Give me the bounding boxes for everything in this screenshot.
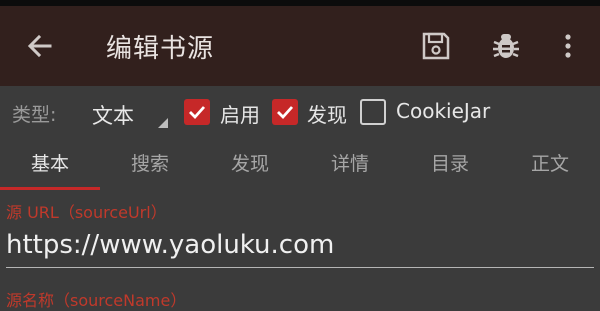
source-options-row: 类型: 文本 启用 发现 CookieJar: [0, 86, 600, 140]
tab-basic[interactable]: 基本: [0, 140, 100, 190]
save-icon: [422, 32, 450, 60]
tab-detail[interactable]: 详情: [300, 140, 400, 190]
save-button[interactable]: [418, 28, 454, 64]
type-select-value: 文本: [92, 104, 134, 128]
more-options-button[interactable]: [554, 28, 582, 64]
active-tab-indicator: [0, 187, 100, 190]
checkmark-icon: [277, 106, 294, 120]
back-button[interactable]: [22, 28, 58, 64]
page-title: 编辑书源: [106, 34, 215, 64]
source-url-input[interactable]: https://www.yaoluku.com: [6, 230, 334, 260]
type-select[interactable]: 文本: [78, 92, 170, 132]
tab-toc[interactable]: 目录: [400, 140, 500, 190]
enable-label: 启用: [220, 103, 260, 127]
source-name-label: 源名称（sourceName）: [6, 291, 187, 310]
discover-label: 发现: [307, 103, 347, 127]
tab-bar: 基本 搜索 发现 详情 目录 正文: [0, 140, 600, 190]
tab-search[interactable]: 搜索: [100, 140, 200, 190]
type-label: 类型:: [12, 104, 57, 126]
checkmark-icon: [189, 106, 206, 120]
tab-discover[interactable]: 发现: [200, 140, 300, 190]
source-url-label: 源 URL（sourceUrl）: [6, 203, 167, 222]
app-bar: 编辑书源: [0, 6, 600, 86]
cookiejar-checkbox[interactable]: [360, 99, 386, 125]
cookiejar-label: CookieJar: [396, 99, 491, 123]
dropdown-caret-icon: [158, 118, 168, 128]
tab-content[interactable]: 正文: [500, 140, 600, 190]
more-vertical-icon: [565, 34, 571, 58]
source-url-underline: [6, 267, 594, 268]
arrow-left-icon: [27, 34, 52, 58]
bug-icon: [493, 34, 519, 58]
enable-checkbox[interactable]: [184, 99, 210, 125]
debug-button[interactable]: [488, 28, 524, 64]
discover-checkbox[interactable]: [272, 99, 298, 125]
